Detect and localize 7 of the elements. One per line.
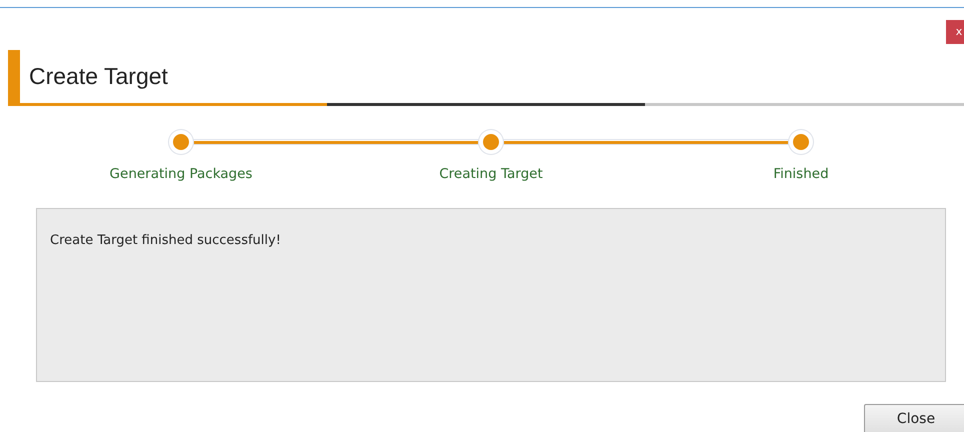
status-message: Create Target finished successfully! (36, 208, 946, 382)
step-label: Generating Packages (108, 165, 254, 184)
close-button[interactable]: x (946, 20, 964, 44)
close-button[interactable]: Close (864, 404, 964, 432)
dialog-title: Create Target (29, 62, 168, 92)
step-label: Creating Target (438, 165, 544, 184)
step-label: Finished (772, 165, 830, 184)
